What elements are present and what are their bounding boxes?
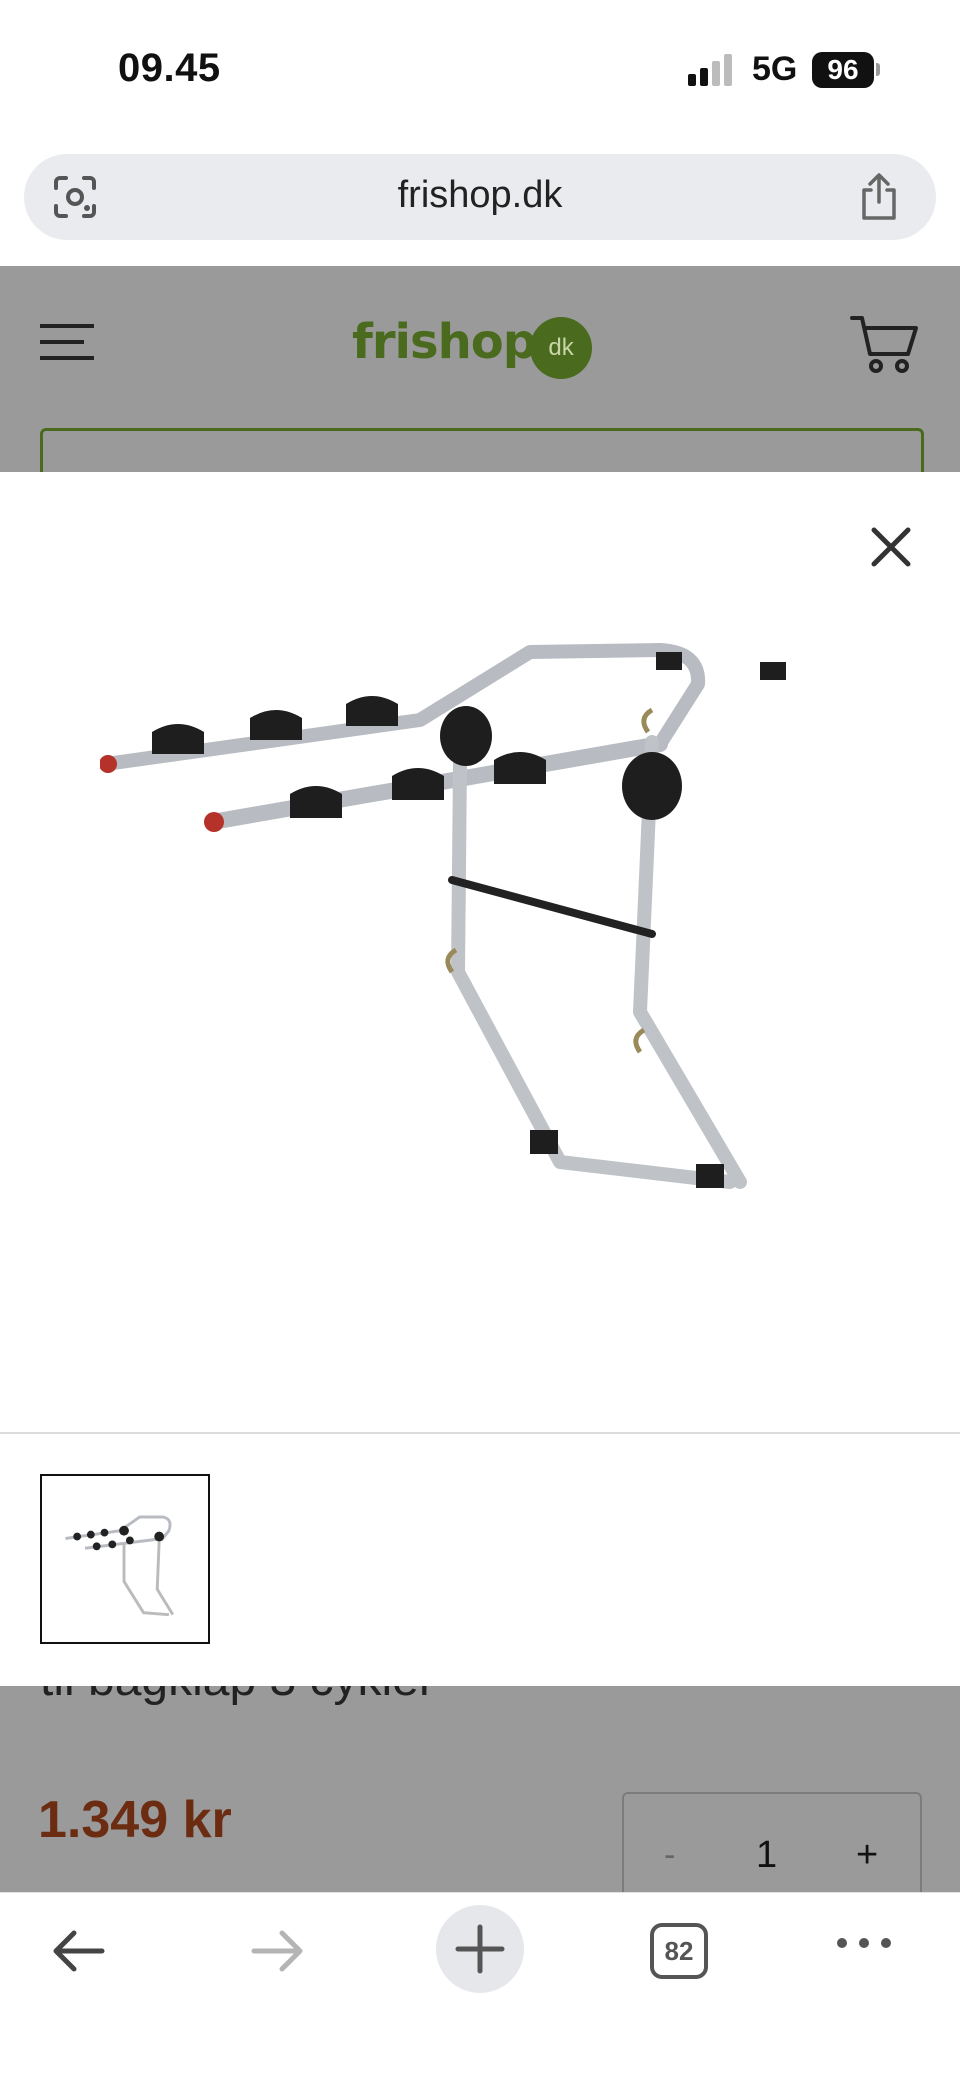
url-text: frishop.dk <box>397 174 563 216</box>
share-icon[interactable] <box>856 172 902 222</box>
quantity-stepper[interactable]: - 1 + <box>622 1792 922 1892</box>
thumbnail-image <box>65 1515 175 1617</box>
gallery-thumbnail[interactable] <box>40 1474 210 1644</box>
cart-icon[interactable] <box>850 312 920 376</box>
network-label: 5G <box>752 50 798 88</box>
new-tab-button[interactable] <box>436 1905 524 1993</box>
quantity-increase-button[interactable]: + <box>856 1834 878 1877</box>
more-options-icon[interactable] <box>834 1933 894 1953</box>
forward-arrow-icon[interactable] <box>248 1921 308 1981</box>
logo-badge: dk <box>530 316 593 379</box>
battery-indicator: 96 <box>812 52 874 88</box>
status-bar: 09.45 5G 96 <box>0 0 960 140</box>
signal-icon <box>688 54 732 86</box>
battery-nub <box>876 63 880 76</box>
hamburger-menu-icon[interactable] <box>40 320 96 364</box>
quantity-value[interactable]: 1 <box>756 1834 777 1877</box>
gallery-divider <box>0 1432 960 1434</box>
browser-toolbar: 82 <box>0 1892 960 2082</box>
product-price: 1.349 kr <box>38 1791 232 1849</box>
site-logo[interactable]: frishop dk <box>352 314 593 379</box>
close-icon[interactable] <box>864 520 918 574</box>
tabs-count-button[interactable]: 82 <box>650 1923 708 1979</box>
back-arrow-icon[interactable] <box>48 1921 108 1981</box>
clock: 09.45 <box>118 46 221 90</box>
plus-icon <box>455 1924 505 1974</box>
image-gallery-modal <box>0 472 960 1686</box>
quantity-decrease-button[interactable]: - <box>664 1836 675 1875</box>
address-bar[interactable]: frishop.dk <box>24 154 936 240</box>
product-main-image <box>100 643 786 1189</box>
logo-text: frishop <box>352 314 537 370</box>
